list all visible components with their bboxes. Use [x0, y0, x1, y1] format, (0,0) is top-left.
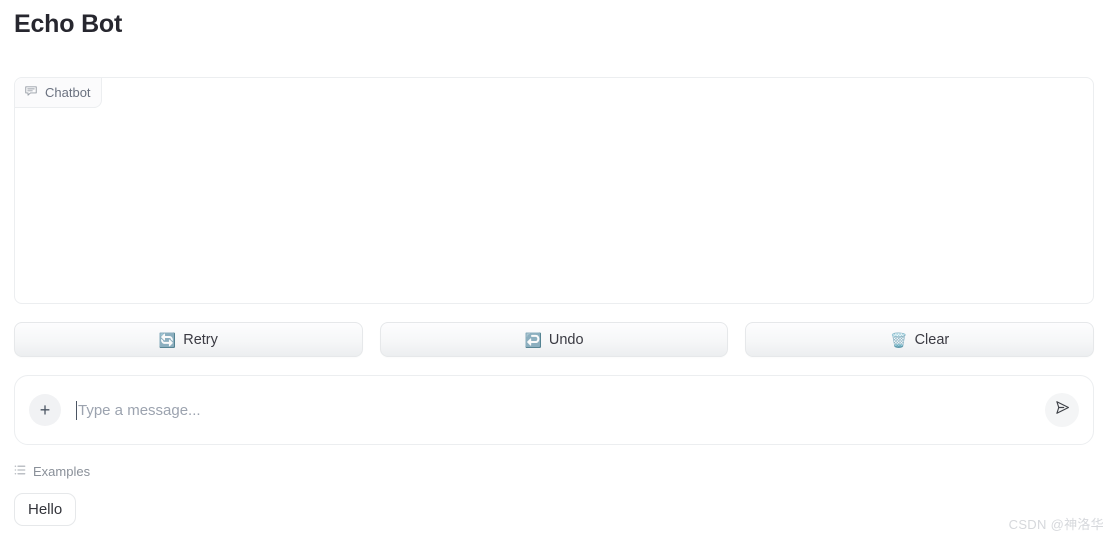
retry-button[interactable]: 🔄 Retry [14, 322, 363, 357]
page-title: Echo Bot [14, 10, 123, 38]
clear-button-label: Clear [914, 331, 950, 348]
example-chip-label: Hello [28, 501, 63, 518]
refresh-emoji-icon: 🔄 [158, 331, 177, 348]
list-icon [14, 464, 26, 479]
action-buttons-row: 🔄 Retry ↩️ Undo 🗑️ Clear [14, 322, 1095, 357]
wastebasket-emoji-icon: 🗑️ [890, 331, 908, 348]
undo-button-label: Undo [548, 331, 584, 348]
plus-icon: + [39, 400, 51, 420]
add-attachment-button[interactable]: + [29, 394, 61, 426]
example-chip-hello[interactable]: Hello [14, 493, 77, 526]
retry-button-label: Retry [183, 331, 218, 348]
chatbot-panel: Chatbot [14, 77, 1094, 304]
message-input-bar: + Type a message... [14, 375, 1094, 445]
watermark: CSDN @神洛华 [1008, 517, 1104, 532]
send-paper-plane-icon [1054, 399, 1071, 421]
message-input-placeholder: Type a message... [78, 401, 201, 419]
examples-header: Examples [14, 464, 90, 479]
text-caret [76, 400, 77, 420]
message-input[interactable]: Type a message... [76, 396, 1037, 424]
chat-bubble-icon [24, 84, 38, 101]
chatbot-label-text: Chatbot [45, 85, 91, 100]
undo-button[interactable]: ↩️ Undo [379, 322, 729, 357]
app-root: Echo Bot Chatbot 🔄 Retry ↩️ Undo 🗑️ Clea… [0, 0, 1117, 541]
send-button[interactable] [1045, 393, 1079, 427]
chatbot-label: Chatbot [15, 78, 102, 108]
undo-arrow-emoji-icon: ↩️ [524, 331, 542, 348]
clear-button[interactable]: 🗑️ Clear [745, 322, 1095, 357]
chatbot-messages-area[interactable] [15, 108, 1093, 303]
examples-header-label: Examples [33, 464, 91, 479]
